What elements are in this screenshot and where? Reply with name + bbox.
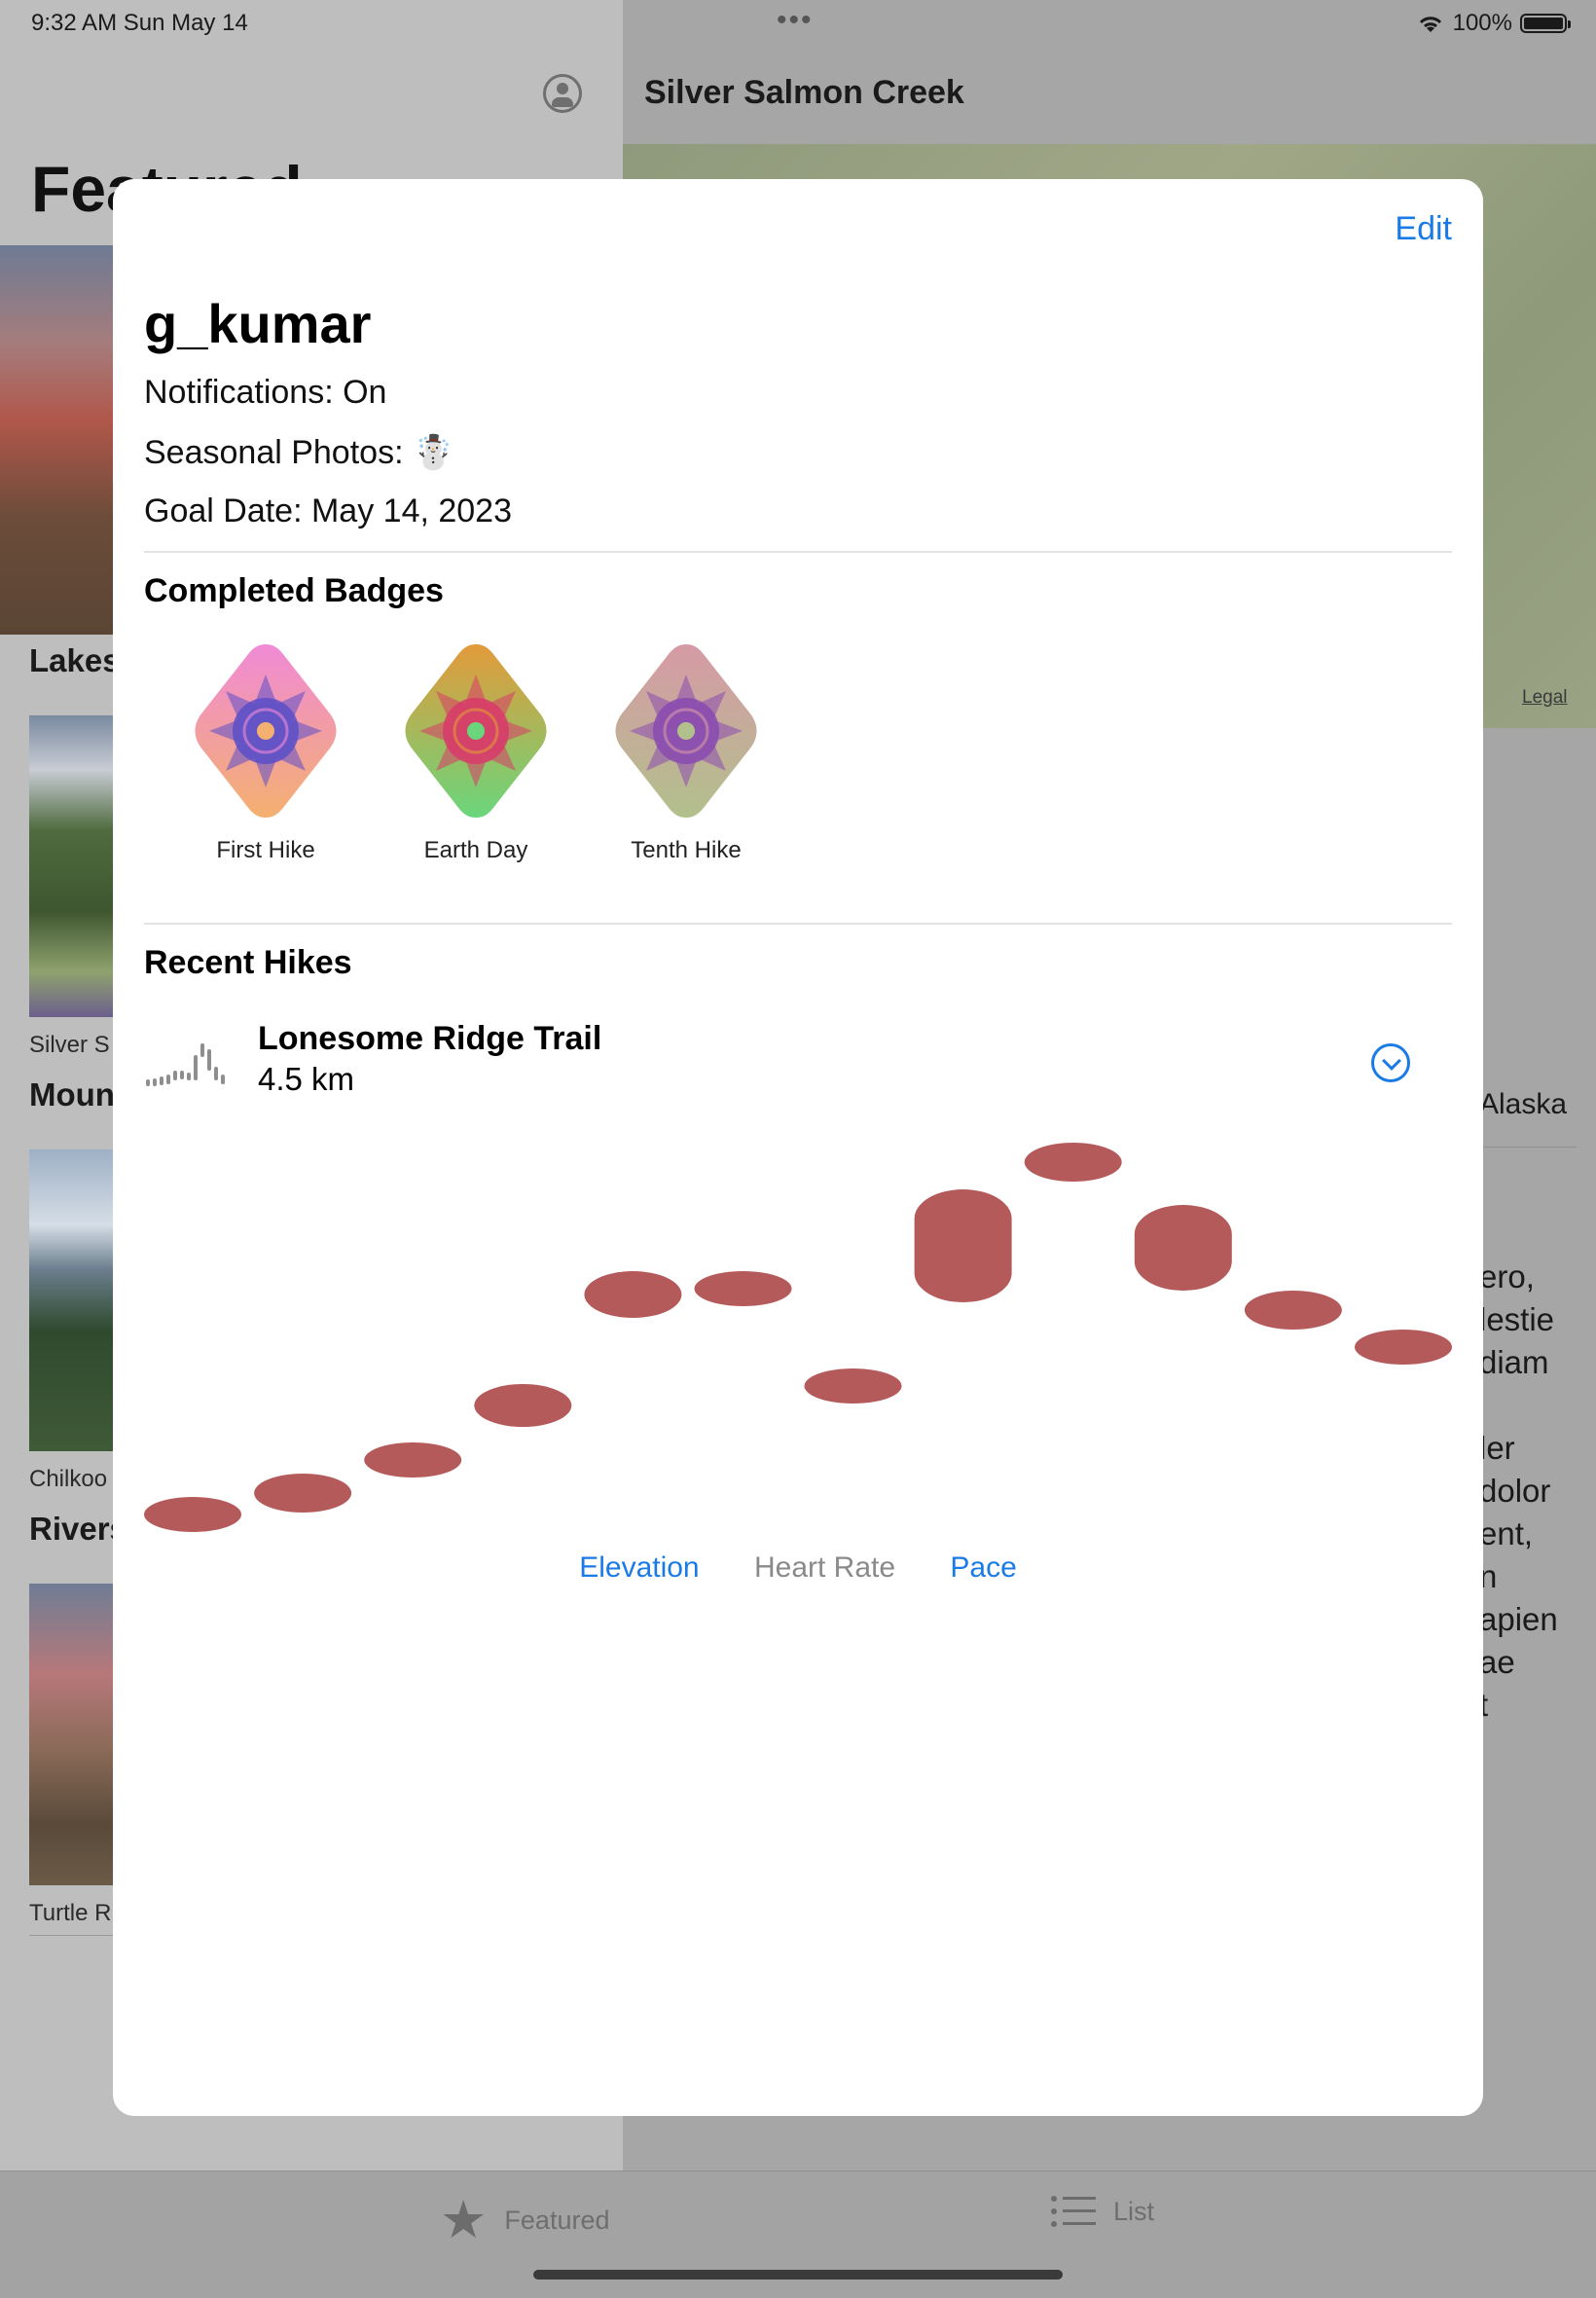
profile-sheet: Edit g_kumar Notifications: On Seasonal …	[113, 179, 1483, 2116]
detail-text-line: ler	[1479, 1430, 1515, 1466]
completed-badges-heading: Completed Badges	[144, 572, 444, 609]
notifications-setting: Notifications: On	[144, 374, 387, 411]
star-icon: ★	[440, 2191, 488, 2249]
tab-list[interactable]: List	[1051, 2194, 1154, 2229]
hike-name: Lonesome Ridge Trail	[258, 1020, 602, 1057]
tab-featured-label: Featured	[504, 2205, 610, 2235]
landmark-thumbnail[interactable]	[29, 1584, 113, 1885]
badge-icon	[195, 644, 337, 818]
badge-label: Tenth Hike	[631, 837, 742, 863]
section-lakes: Lakes	[29, 642, 121, 678]
status-time: 9:32 AM Sun May 14	[31, 10, 248, 36]
landmark-thumbnail[interactable]	[29, 1149, 113, 1451]
detail-location: Alaska	[1479, 1088, 1568, 1120]
detail-text-line: dolor	[1479, 1473, 1551, 1509]
goal-date-setting: Goal Date: May 14, 2023	[144, 492, 513, 529]
detail-text-line: diam	[1479, 1344, 1549, 1380]
hero-photo[interactable]	[0, 245, 113, 635]
chart-bar	[584, 1271, 682, 1318]
badge-label: First Hike	[216, 837, 315, 863]
username: g_kumar	[144, 293, 372, 354]
tab-list-label: List	[1113, 2196, 1155, 2226]
hike-sparkline-icon	[146, 1043, 225, 1086]
metric-heart-rate-button[interactable]: Heart Rate	[754, 1551, 895, 1585]
badge-tenth-hike[interactable]: Tenth Hike	[598, 638, 774, 864]
chart-bar	[1244, 1291, 1342, 1330]
detail-text-line: lestie	[1479, 1301, 1555, 1337]
badge-icon	[405, 644, 547, 818]
wifi-icon	[1419, 17, 1441, 32]
badge-earth-day[interactable]: Earth Day	[388, 638, 563, 864]
chart-bar	[1355, 1330, 1452, 1365]
hike-distance: 4.5 km	[258, 1061, 355, 1097]
tab-featured[interactable]: ★ Featured	[440, 2194, 610, 2246]
metric-selector: Elevation Heart Rate Pace	[113, 1551, 1483, 1585]
metric-pace-button[interactable]: Pace	[950, 1551, 1016, 1585]
chart-bar	[1134, 1205, 1232, 1291]
chart-bar	[914, 1189, 1012, 1302]
battery-percent: 100%	[1452, 10, 1512, 36]
home-indicator[interactable]	[533, 2270, 1063, 2280]
divider	[144, 923, 1452, 925]
badge-first-hike[interactable]: First Hike	[178, 638, 353, 864]
detail-text-line: apien	[1479, 1601, 1558, 1637]
badge-label: Earth Day	[423, 837, 528, 863]
battery-icon	[1520, 14, 1571, 33]
divider	[144, 551, 1452, 553]
chart-bar	[144, 1497, 241, 1532]
status-indicators: 100%	[1416, 10, 1571, 37]
chart-bar	[474, 1384, 572, 1427]
landmark-caption: Turtle R	[29, 1900, 112, 1926]
multitasking-dots-icon[interactable]: •••	[777, 4, 814, 37]
seasonal-photos-setting: Seasonal Photos: ☃️	[144, 434, 454, 471]
detail-text-line: ero,	[1479, 1258, 1535, 1295]
profile-icon[interactable]	[543, 74, 582, 113]
recent-hikes-heading: Recent Hikes	[144, 944, 352, 981]
divider	[29, 1935, 113, 1936]
hike-chart	[144, 1143, 1452, 1532]
landmark-caption: Silver S	[29, 1032, 110, 1058]
map-legal-link[interactable]: Legal	[1522, 687, 1568, 709]
detail-text-line: ae	[1479, 1644, 1515, 1680]
chart-bar	[364, 1442, 462, 1477]
hike-row[interactable]: Lonesome Ridge Trail 4.5 km	[144, 1020, 1452, 1108]
badge-icon	[615, 644, 757, 818]
edit-button[interactable]: Edit	[1395, 210, 1452, 248]
landmark-caption: Chilkoo	[29, 1466, 108, 1492]
metric-elevation-button[interactable]: Elevation	[579, 1551, 699, 1585]
section-mountains: Moun	[29, 1076, 115, 1113]
landmark-thumbnail[interactable]	[29, 715, 113, 1017]
chart-bar	[694, 1271, 792, 1306]
expand-chevron-button[interactable]	[1371, 1043, 1410, 1082]
detail-title: Silver Salmon Creek	[644, 74, 964, 111]
divider	[1479, 1147, 1577, 1148]
list-icon	[1051, 2194, 1096, 2229]
chart-bar	[254, 1474, 352, 1513]
detail-text-line: ent,	[1479, 1515, 1534, 1551]
chart-bar	[1024, 1143, 1122, 1182]
chart-bar	[804, 1368, 902, 1404]
